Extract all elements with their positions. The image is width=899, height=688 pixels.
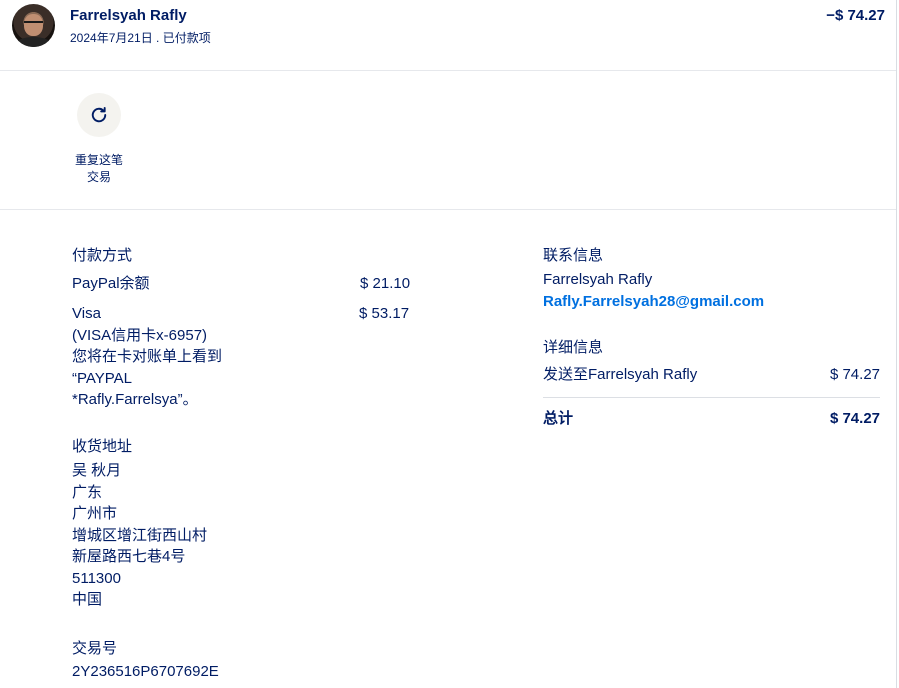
visa-amount: $ 53.17 (359, 305, 410, 322)
visa-statement-descriptor-2: *Rafly.Farrelsya”。 (72, 391, 198, 408)
shipping-street: 新屋路西七巷4号 (72, 548, 186, 565)
shipping-province: 广东 (72, 483, 103, 501)
shipping-city: 广州市 (72, 505, 118, 522)
header-divider (0, 70, 896, 71)
visa-card-info: (VISA信用卡x-6957) (72, 326, 208, 344)
visa-statement-descriptor-1: “PAYPAL (72, 369, 133, 387)
transaction-amount: −$ 74.27 (826, 7, 885, 24)
paypal-balance-amount: $ 21.10 (360, 275, 411, 292)
visa-statement-note: 您将在卡对账单上看到 (72, 348, 223, 365)
counterparty-name: Farrelsyah Rafly (70, 7, 187, 24)
sent-to-label: 发送至Farrelsyah Rafly (543, 366, 698, 383)
shipping-address-title: 收货地址 (72, 438, 133, 455)
transaction-id: 2Y236516P6707692E (72, 663, 219, 680)
payment-method-title: 付款方式 (72, 247, 133, 264)
shipping-postcode: 511300 (72, 569, 121, 587)
visa-label: Visa (72, 305, 101, 322)
transaction-date-status: 2024年7月21日 . 已付款项 (70, 31, 211, 45)
sent-to-amount: $ 74.27 (829, 366, 880, 383)
shipping-country: 中国 (72, 591, 103, 608)
total-amount: $ 74.27 (829, 410, 880, 427)
panel-right-border (896, 0, 897, 688)
actions-divider (0, 209, 896, 210)
repeat-transaction-label[interactable]: 重复这笔 交易 (64, 152, 134, 186)
shipping-address: 吴 秋月 广东 广州市 增城区增江街西山村 新屋路西七巷4号 511300 中国 (72, 460, 207, 611)
contact-name: Farrelsyah Rafly (543, 271, 653, 288)
total-label: 总计 (543, 410, 574, 427)
contact-email-link[interactable]: Rafly.Farrelsyah28@gmail.com (543, 293, 764, 310)
details-divider (543, 397, 880, 398)
paypal-balance-label: PayPal余额 (72, 275, 150, 292)
avatar (12, 4, 55, 47)
contact-info-title: 联系信息 (543, 247, 604, 264)
repeat-transaction-button[interactable] (77, 93, 121, 137)
shipping-recipient: 吴 秋月 (72, 462, 122, 479)
details-title: 详细信息 (543, 339, 604, 356)
refresh-icon (91, 106, 107, 123)
shipping-district: 增城区增江街西山村 (72, 526, 208, 544)
transaction-id-title: 交易号 (72, 640, 118, 657)
visa-payment-block: Visa (VISA信用卡x-6957) 您将在卡对账单上看到 “PAYPAL … (72, 303, 222, 411)
